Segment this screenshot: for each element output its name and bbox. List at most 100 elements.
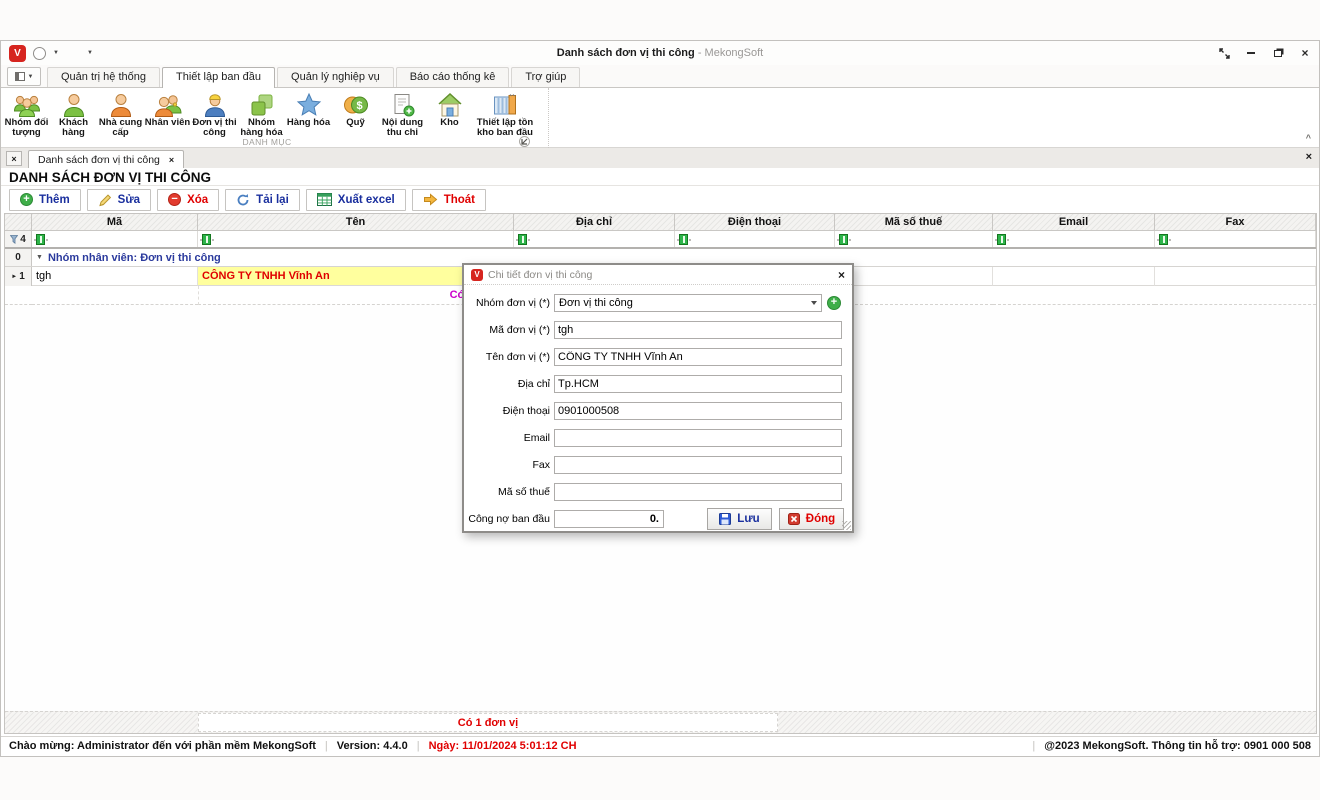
layout-switch-button[interactable]: ▼ xyxy=(7,67,41,86)
filter-cell-email[interactable] xyxy=(993,231,1155,247)
field-label: Mã đơn vị (*) xyxy=(470,324,550,336)
column-header-ma-so-thue[interactable]: Mã số thuế xyxy=(835,214,993,231)
ribbon-collapse-icon[interactable]: ^ xyxy=(1306,133,1311,143)
unit-group-combobox[interactable]: Đơn vị thi công xyxy=(554,294,822,312)
field-row-cong-no: Công nợ ban đầu Lưu Đóng xyxy=(470,509,844,528)
strip-close-icon[interactable]: × xyxy=(1306,151,1312,163)
ribbon-item-nhom-doi-tuong[interactable]: Nhóm đối tượng xyxy=(3,90,50,138)
column-header-ten[interactable]: Tên xyxy=(198,214,514,231)
filter-cell-ma[interactable] xyxy=(32,231,198,247)
group-collapse-icon[interactable]: ▼ xyxy=(36,254,43,261)
export-excel-button[interactable]: Xuất excel xyxy=(306,189,406,211)
field-row-fax: Fax xyxy=(470,455,844,474)
tax-code-input[interactable] xyxy=(554,483,842,501)
filter-row-indicator: 4 xyxy=(5,231,32,247)
unit-code-input[interactable] xyxy=(554,321,842,339)
dialog-titlebar[interactable]: V Chi tiết đơn vị thi công × xyxy=(464,265,852,285)
supplier-icon xyxy=(109,91,133,118)
opening-balance-input[interactable] xyxy=(554,510,664,528)
page-title: DANH SÁCH ĐƠN VỊ THI CÔNG xyxy=(1,168,1319,186)
dialog-buttons: Lưu Đóng xyxy=(707,508,844,530)
ribbon-tab-row: ▼ Quản trị hệ thống Thiết lập ban đầu Qu… xyxy=(1,65,1319,88)
ribbon-item-nhom-hang-hoa[interactable]: Nhóm hàng hóa xyxy=(238,90,285,138)
qat-customize-dropdown-icon[interactable]: ▼ xyxy=(87,50,93,56)
ribbon-item-quy[interactable]: $ Quỹ xyxy=(332,90,379,128)
dialog-resize-grip[interactable] xyxy=(842,521,851,530)
dialog-close-icon[interactable]: × xyxy=(838,268,845,282)
window-title-brand: - MekongSoft xyxy=(698,47,763,59)
column-header-email[interactable]: Email xyxy=(993,214,1155,231)
coins-icon: $ xyxy=(343,91,369,118)
close-x-icon xyxy=(788,513,800,525)
quick-access-circle-button[interactable] xyxy=(33,47,46,60)
data-row-indicator: ► 1 xyxy=(5,267,32,286)
exit-button-label: Thoát xyxy=(444,194,475,206)
filter-indicator-number: 4 xyxy=(20,234,26,245)
fax-input[interactable] xyxy=(554,456,842,474)
email-input[interactable] xyxy=(554,429,842,447)
ribbon-item-label: Nhóm đối tượng xyxy=(3,118,50,138)
save-button[interactable]: Lưu xyxy=(707,508,772,530)
tab-quan-ly-nghiep-vu[interactable]: Quản lý nghiệp vụ xyxy=(277,67,394,87)
column-header-ma[interactable]: Mã xyxy=(32,214,198,231)
tab-thiet-lap-ban-dau[interactable]: Thiết lập ban đầu xyxy=(162,67,275,88)
delete-button[interactable]: − Xóa xyxy=(157,189,219,211)
tab-tro-giup[interactable]: Trợ giúp xyxy=(511,67,580,87)
column-header-dien-thoai[interactable]: Điện thoại xyxy=(675,214,835,231)
filter-cell-fax[interactable] xyxy=(1155,231,1316,247)
ribbon-item-don-vi-thi-cong[interactable]: Đơn vị thi công xyxy=(191,90,238,138)
group-row-label: Nhóm nhân viên: Đơn vị thi công xyxy=(48,252,221,264)
cell-ma[interactable]: tgh xyxy=(32,267,198,286)
tab-close-icon[interactable]: × xyxy=(169,155,174,165)
construction-worker-icon xyxy=(203,91,227,118)
group-footer-empty xyxy=(1155,286,1316,305)
filter-cell-ten[interactable] xyxy=(198,231,514,247)
document-tab-active[interactable]: Danh sách đơn vị thi công × xyxy=(28,150,184,168)
exit-button[interactable]: Thoát xyxy=(412,189,486,211)
reload-button[interactable]: Tải lại xyxy=(225,189,300,211)
field-label: Địa chỉ xyxy=(470,378,550,390)
cell-email[interactable] xyxy=(993,267,1155,286)
add-button[interactable]: + Thêm xyxy=(9,189,81,211)
ribbon-item-kho[interactable]: Kho xyxy=(426,90,473,128)
address-input[interactable] xyxy=(554,375,842,393)
group-dialog-launcher-icon[interactable] xyxy=(519,136,530,147)
cell-ma-so-thue[interactable] xyxy=(835,267,993,286)
ribbon-item-hang-hoa[interactable]: Hàng hóa xyxy=(285,90,332,128)
filter-cell-dia-chi[interactable] xyxy=(514,231,675,247)
column-header-fax[interactable]: Fax xyxy=(1155,214,1316,231)
ribbon-item-khach-hang[interactable]: Khách hàng xyxy=(50,90,97,138)
edit-button[interactable]: Sửa xyxy=(87,189,151,211)
ribbon-item-noi-dung-thu-chi[interactable]: Nội dung thu chi xyxy=(379,90,426,138)
column-header-dia-chi[interactable]: Địa chỉ xyxy=(514,214,675,231)
cell-fax[interactable] xyxy=(1155,267,1316,286)
tab-quan-tri-he-thong[interactable]: Quản trị hệ thống xyxy=(47,67,160,87)
close-all-tabs-button[interactable]: × xyxy=(6,151,22,166)
ribbon-item-nhan-vien[interactable]: Nhân viên xyxy=(144,90,191,128)
combobox-dropdown-icon[interactable] xyxy=(806,301,821,305)
ribbon-item-label: Kho xyxy=(440,118,458,128)
close-button[interactable]: Đóng xyxy=(779,508,844,530)
field-label: Điện thoại xyxy=(470,405,550,417)
filter-cell-ma-so-thue[interactable] xyxy=(835,231,993,247)
field-row-ma-so-thue: Mã số thuế xyxy=(470,482,844,501)
phone-input[interactable] xyxy=(554,402,842,420)
total-summary-cell: Có 1 đơn vị xyxy=(198,713,778,732)
fullscreen-icon[interactable] xyxy=(1218,47,1230,59)
ribbon-items: Nhóm đối tượng Khách hàng xyxy=(3,90,548,138)
ribbon-item-thiet-lap-ton-kho[interactable]: Thiết lập tồn kho ban đầu xyxy=(473,90,537,138)
delete-button-label: Xóa xyxy=(187,194,208,206)
minimize-icon[interactable] xyxy=(1245,47,1257,59)
star-icon xyxy=(296,91,322,118)
add-group-icon[interactable]: + xyxy=(827,296,841,310)
tab-bao-cao-thong-ke[interactable]: Báo cáo thống kê xyxy=(396,67,510,87)
close-icon[interactable]: × xyxy=(1299,47,1311,59)
dialog-title: Chi tiết đơn vị thi công xyxy=(488,269,833,281)
unit-name-input[interactable] xyxy=(554,348,842,366)
filter-cell-dien-thoai[interactable] xyxy=(675,231,835,247)
restore-icon[interactable] xyxy=(1272,47,1284,59)
funnel-icon xyxy=(10,235,18,244)
ribbon-item-nha-cung-cap[interactable]: Nhà cung cấp xyxy=(97,90,144,138)
document-plus-icon xyxy=(390,91,416,118)
chevron-down-icon[interactable]: ▼ xyxy=(53,50,59,56)
